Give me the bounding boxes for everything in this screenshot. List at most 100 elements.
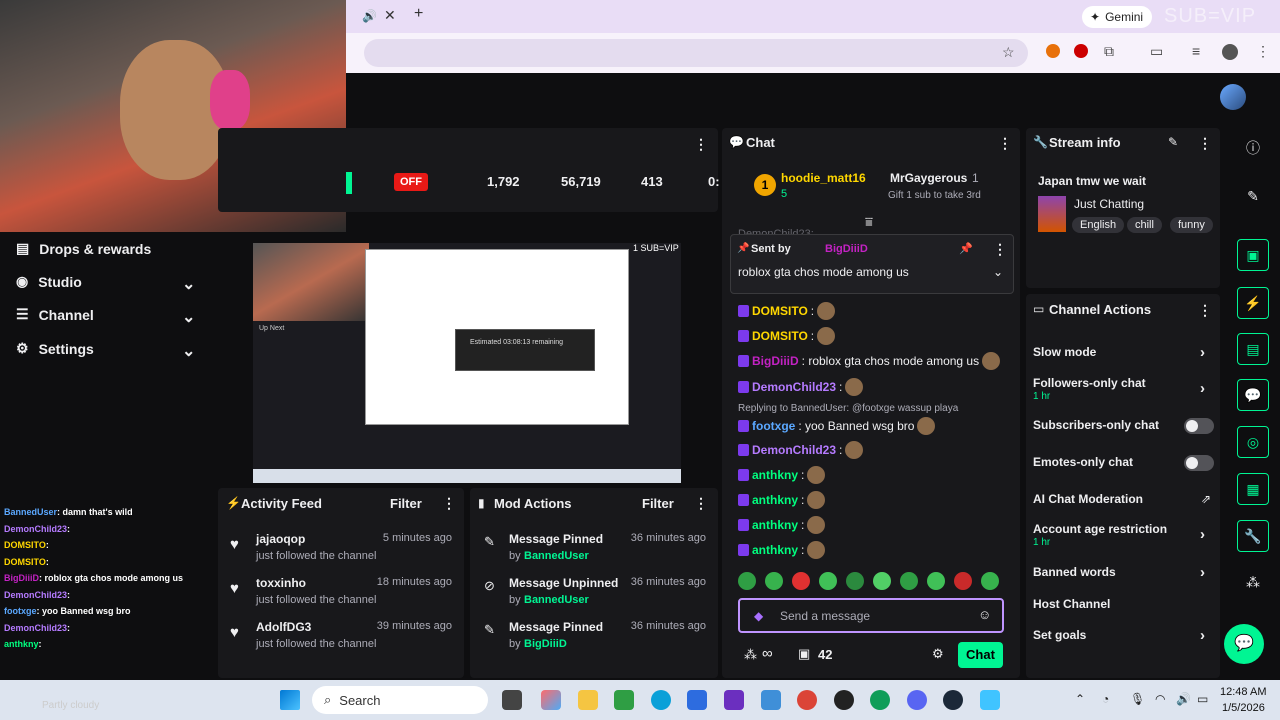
emote-icon[interactable] bbox=[738, 572, 756, 590]
camera-icon[interactable]: ▣ bbox=[1237, 239, 1269, 271]
mod-user[interactable]: BannedUser bbox=[524, 594, 589, 606]
emote-icon[interactable] bbox=[792, 572, 810, 590]
username[interactable]: footxge bbox=[752, 419, 795, 433]
volume-icon[interactable]: 🔊 bbox=[1176, 692, 1191, 706]
windows-start-icon[interactable] bbox=[280, 690, 300, 710]
info-icon[interactable]: ⓘ bbox=[1237, 132, 1269, 164]
subscribers-only-toggle[interactable] bbox=[1184, 418, 1214, 434]
chat-send-button[interactable]: Chat bbox=[958, 642, 1003, 668]
username[interactable]: anthkny bbox=[752, 468, 798, 482]
emote-icon[interactable] bbox=[981, 572, 999, 590]
store-icon[interactable] bbox=[687, 690, 707, 710]
channel-action-item[interactable]: Banned words bbox=[1033, 565, 1116, 579]
activity-user[interactable]: AdolfDG3 bbox=[256, 620, 311, 634]
omnibox[interactable] bbox=[364, 39, 1028, 67]
mod-filter-button[interactable]: Filter bbox=[642, 496, 674, 511]
chat-menu-icon[interactable]: ⋮ bbox=[998, 135, 1012, 152]
edit-pencil-icon[interactable]: ✎ bbox=[1168, 135, 1178, 149]
app-icon[interactable] bbox=[980, 690, 1000, 710]
sidebar-item-drops[interactable]: ▤ Drops & rewards bbox=[16, 240, 151, 257]
emote-icon[interactable] bbox=[873, 572, 891, 590]
chrome-icon[interactable] bbox=[797, 690, 817, 710]
clock-date[interactable]: 1/5/2026 bbox=[1222, 702, 1265, 714]
edge-icon[interactable] bbox=[651, 690, 671, 710]
sidebar-item-settings[interactable]: ⚙ Settings bbox=[16, 340, 94, 357]
username[interactable]: DOMSITO bbox=[752, 329, 808, 343]
broadcast-icon[interactable]: ◎ bbox=[1237, 426, 1269, 458]
discord-icon[interactable] bbox=[907, 690, 927, 710]
lightning-icon[interactable]: ⚡ bbox=[1237, 287, 1269, 319]
stream-preview[interactable]: Up Next Estimated 03:08:13 remaining 1 S… bbox=[253, 243, 681, 483]
mod-menu-icon[interactable]: ⋮ bbox=[694, 495, 708, 512]
app-icon[interactable] bbox=[724, 690, 744, 710]
chat-bubble-icon[interactable]: 💬 bbox=[1237, 379, 1269, 411]
username[interactable]: anthkny bbox=[752, 518, 798, 532]
channel-action-item[interactable]: Account age restriction bbox=[1033, 522, 1167, 536]
tray-icon[interactable]: ◔ bbox=[1102, 692, 1109, 706]
activity-user[interactable]: jajaoqop bbox=[256, 532, 305, 546]
media-icon[interactable]: ≡ bbox=[1192, 43, 1200, 59]
activity-user[interactable]: toxxinho bbox=[256, 576, 306, 590]
username[interactable]: BigDiiiD bbox=[752, 354, 799, 368]
tag-pill[interactable]: funny bbox=[1170, 217, 1213, 233]
collapse-icon[interactable]: ⩸ bbox=[865, 214, 873, 230]
mic-icon[interactable]: 🎙 bbox=[1130, 692, 1145, 706]
external-link-icon[interactable]: ⇗ bbox=[1201, 492, 1211, 506]
mute-icon[interactable]: 🔊 bbox=[362, 9, 377, 23]
edit-icon[interactable]: ✎ bbox=[1237, 180, 1269, 212]
sidebar-item-studio[interactable]: ◉ Studio bbox=[16, 273, 82, 290]
points-icon[interactable]: ▣ bbox=[798, 646, 810, 662]
notepad-icon[interactable] bbox=[761, 690, 781, 710]
activity-filter-button[interactable]: Filter bbox=[390, 496, 422, 511]
user-avatar[interactable] bbox=[1220, 84, 1246, 110]
copilot-icon[interactable] bbox=[541, 690, 561, 710]
chevron-right-icon[interactable]: › bbox=[1200, 627, 1205, 644]
extension-icon[interactable] bbox=[1046, 44, 1060, 58]
channel-action-item[interactable]: Emotes-only chat bbox=[1033, 455, 1133, 469]
chat-input-box[interactable]: ◆ Send a message ☺ bbox=[738, 598, 1004, 633]
tag-pill[interactable]: English bbox=[1072, 217, 1125, 233]
steam-icon[interactable] bbox=[943, 690, 963, 710]
chevron-right-icon[interactable]: › bbox=[1200, 526, 1205, 543]
username[interactable]: DemonChild23 bbox=[752, 380, 836, 394]
chevron-right-icon[interactable]: › bbox=[1200, 564, 1205, 581]
chevron-down-icon[interactable]: ⌄ bbox=[182, 274, 195, 294]
emote-icon[interactable] bbox=[846, 572, 864, 590]
browser-menu-icon[interactable]: ⋮ bbox=[1256, 43, 1270, 60]
channel-action-item[interactable]: Set goals bbox=[1033, 628, 1086, 642]
app-icon[interactable] bbox=[614, 690, 634, 710]
new-tab-icon[interactable]: + bbox=[414, 5, 423, 23]
layout-icon[interactable]: ▦ bbox=[1237, 473, 1269, 505]
tag-pill[interactable]: chill bbox=[1127, 217, 1162, 233]
bits-icon[interactable]: ◆ bbox=[754, 609, 763, 623]
chevron-right-icon[interactable]: › bbox=[1200, 344, 1205, 361]
tray-chevron-icon[interactable]: ⌃ bbox=[1075, 692, 1085, 706]
sidebar-item-channel[interactable]: ☰ Channel bbox=[16, 306, 94, 323]
emoji-icon[interactable]: ☺ bbox=[978, 607, 991, 622]
username[interactable]: anthkny bbox=[752, 493, 798, 507]
pinned-menu-icon[interactable]: ⋮ bbox=[993, 241, 1007, 258]
channel-action-item[interactable]: AI Chat Moderation bbox=[1033, 492, 1143, 506]
emote-icon[interactable] bbox=[819, 572, 837, 590]
wifi-icon[interactable]: ◠ bbox=[1155, 692, 1165, 706]
app-icon[interactable] bbox=[834, 690, 854, 710]
emote-icon[interactable] bbox=[927, 572, 945, 590]
channel-action-item[interactable]: Host Channel bbox=[1033, 597, 1110, 611]
profile-avatar[interactable] bbox=[1222, 44, 1238, 60]
taskbar-search[interactable]: ⌕ Search bbox=[312, 686, 488, 714]
file-explorer-icon[interactable] bbox=[578, 690, 598, 710]
emote-icon[interactable] bbox=[900, 572, 918, 590]
mod-user[interactable]: BigDiiiD bbox=[524, 638, 567, 650]
activity-menu-icon[interactable]: ⋮ bbox=[442, 495, 456, 512]
emotes-only-toggle[interactable] bbox=[1184, 455, 1214, 471]
channel-action-item[interactable]: Subscribers-only chat bbox=[1033, 418, 1159, 432]
sidepanel-icon[interactable]: ▭ bbox=[1150, 43, 1163, 60]
chevron-down-icon[interactable]: ⌄ bbox=[182, 341, 195, 361]
username[interactable]: DOMSITO bbox=[752, 304, 808, 318]
channel-actions-menu-icon[interactable]: ⋮ bbox=[1198, 302, 1212, 319]
tools-icon[interactable]: 🔧 bbox=[1237, 520, 1269, 552]
close-tab-icon[interactable]: ✕ bbox=[384, 7, 396, 24]
chat-settings-icon[interactable]: ⚙ bbox=[932, 646, 944, 662]
pinned-message[interactable]: 📌 Sent by BigDiiiD 📌 ⋮ roblox gta chos m… bbox=[730, 234, 1014, 294]
channel-action-item[interactable]: Slow mode bbox=[1033, 345, 1096, 359]
